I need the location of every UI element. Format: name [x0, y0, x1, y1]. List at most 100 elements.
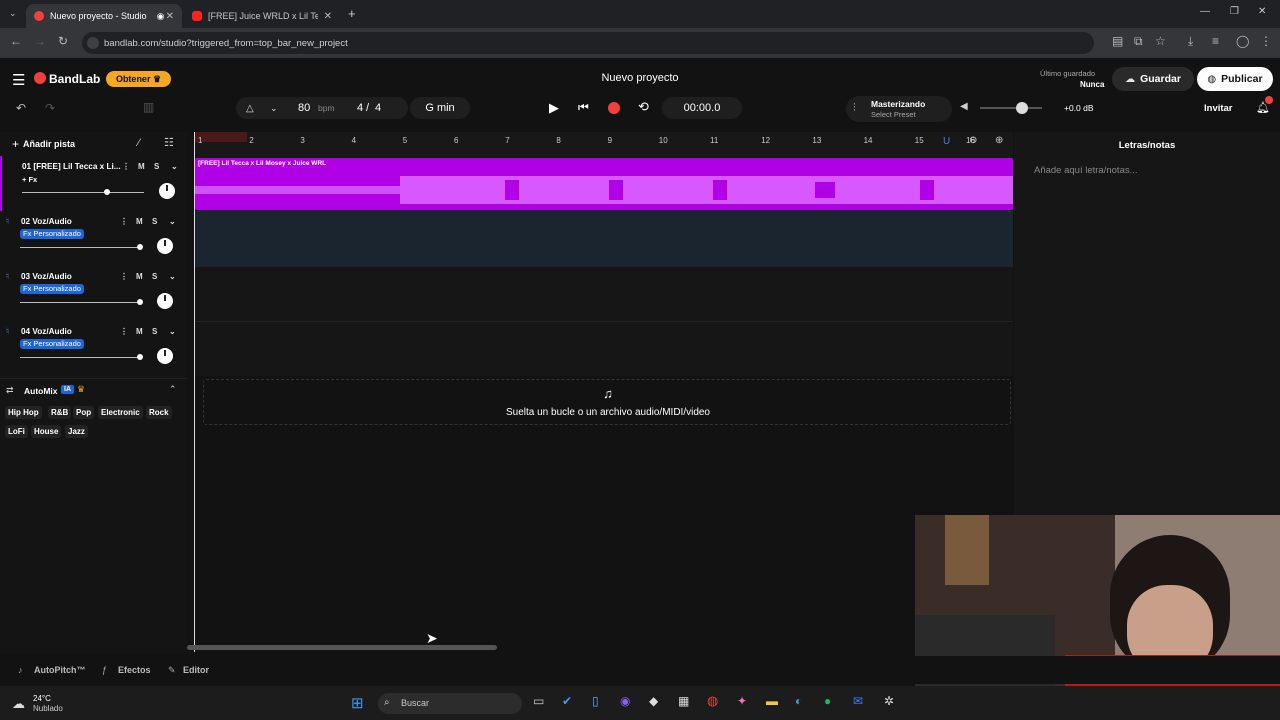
mute-button[interactable]: M — [136, 327, 143, 336]
restore-icon[interactable]: ❐ — [1230, 6, 1239, 17]
solo-button[interactable]: S — [152, 217, 157, 226]
tab-list-icon[interactable]: ⌄ — [9, 8, 17, 19]
chevron-down-icon[interactable]: ⌄ — [171, 162, 178, 171]
loop-region[interactable] — [195, 132, 247, 142]
chrome-icon[interactable]: ◍ — [707, 693, 718, 709]
profile-icon[interactable]: ◯ — [1236, 34, 1249, 48]
track-header-4[interactable]: ♮ 04 Voz/Audio Fx Personalizado ⋮ M S ⌄ — [0, 321, 187, 376]
volume-handle[interactable] — [1016, 102, 1028, 114]
taskbar-search[interactable]: ⌕ Buscar — [378, 693, 522, 714]
slider-handle[interactable] — [137, 244, 143, 250]
gpt-icon[interactable]: ✲ — [884, 694, 894, 708]
zoom-in-icon[interactable]: ⊕ — [995, 135, 1003, 146]
lane-4[interactable] — [195, 321, 1013, 376]
zoom-out-icon[interactable]: ⊖ — [969, 135, 977, 146]
invite-button[interactable]: Invitar — [1204, 103, 1233, 114]
timeline-ruler[interactable]: 1 2 3 4 5 6 7 8 9 10 11 12 13 14 15 16 U ⊖ ⊕ — [195, 132, 1013, 156]
outlook-icon[interactable]: ✉ — [853, 694, 863, 708]
solo-button[interactable]: S — [154, 162, 159, 171]
play-icon[interactable]: ▶ — [549, 100, 559, 116]
discord-icon[interactable]: ◉ — [620, 694, 630, 708]
track-settings-icon[interactable]: ☷ — [164, 136, 174, 149]
windows-start-icon[interactable]: ⊞ — [351, 694, 364, 712]
track-menu-icon[interactable]: ⋮ — [122, 162, 130, 171]
track-menu-icon[interactable]: ⋮ — [120, 217, 128, 226]
notes-textarea[interactable]: Añade aquí letra/notas... — [1034, 165, 1138, 176]
fx-badge[interactable]: Fx Personalizado — [20, 229, 84, 239]
track-header-2[interactable]: ♮ 02 Voz/Audio Fx Personalizado ⋮ M S ⌄ — [0, 211, 187, 266]
wand-icon[interactable]: ⁄ — [138, 137, 140, 149]
menu-icon[interactable]: ⋮ — [1260, 34, 1272, 48]
publish-button[interactable]: ◍ Publicar — [1197, 67, 1273, 91]
minimize-icon[interactable]: — — [1200, 6, 1210, 17]
loop-icon[interactable]: ⟲ — [638, 99, 649, 115]
undo-icon[interactable]: ↶ — [16, 101, 26, 115]
speaker-icon[interactable]: ◀ — [960, 101, 968, 112]
track-volume-slider[interactable] — [20, 299, 143, 305]
close-tab-icon[interactable]: ✕ — [166, 11, 174, 22]
genre-rock[interactable]: Rock — [146, 406, 172, 419]
fx-badge[interactable]: Fx Personalizado — [20, 339, 84, 349]
chevron-down-icon[interactable]: ⌄ — [169, 272, 176, 281]
close-tab-icon[interactable]: ✕ — [324, 11, 332, 22]
audio-clip[interactable]: [FREE] Lil Tecca x Lil Mosey x Juice WRL — [195, 158, 1013, 210]
slider-handle[interactable] — [137, 299, 143, 305]
reading-mode-icon[interactable]: ▤ — [1112, 34, 1123, 48]
edge-icon[interactable]: ◐ — [795, 694, 802, 708]
record-icon[interactable] — [608, 102, 620, 114]
mute-button[interactable]: M — [138, 162, 145, 171]
slider-handle[interactable] — [137, 354, 143, 360]
playhead[interactable] — [194, 132, 195, 652]
tab-youtube[interactable]: [FREE] Juice WRLD x Lil Tecca Ty ✕ — [184, 4, 340, 28]
horizontal-scrollbar[interactable] — [187, 645, 497, 650]
address-bar[interactable]: bandlab.com/studio?triggered_from=top_ba… — [82, 32, 1094, 54]
redo-icon[interactable]: ↷ — [45, 101, 55, 115]
todo-icon[interactable]: ✔ — [562, 694, 572, 708]
pan-knob[interactable] — [157, 348, 173, 364]
genre-lofi[interactable]: LoFi — [5, 425, 28, 438]
mute-button[interactable]: M — [136, 217, 143, 226]
rewind-icon[interactable]: ⏮ — [578, 100, 589, 115]
solo-button[interactable]: S — [152, 327, 157, 336]
track-menu-icon[interactable]: ⋮ — [120, 272, 128, 281]
spotify-icon[interactable]: ● — [824, 694, 831, 708]
folder-icon[interactable]: ▬ — [766, 694, 778, 708]
save-button[interactable]: ☁ Guardar — [1112, 67, 1194, 91]
app-icon[interactable]: ▯ — [592, 694, 599, 708]
track-menu-icon[interactable]: ⋮ — [120, 327, 128, 336]
reload-icon[interactable]: ↻ — [58, 34, 68, 48]
key-selector[interactable]: G min — [410, 97, 470, 119]
master-volume-slider[interactable] — [980, 102, 1042, 114]
site-info-icon[interactable] — [87, 37, 99, 49]
media-control-icon[interactable]: ≡ — [1212, 34, 1219, 48]
close-window-icon[interactable]: ✕ — [1258, 6, 1266, 17]
solo-button[interactable]: S — [152, 272, 157, 281]
bookmark-icon[interactable]: ☆ — [1155, 34, 1166, 48]
steam-icon[interactable]: ◆ — [649, 694, 658, 708]
autopitch-button[interactable]: AutoPitch™ — [34, 665, 86, 675]
track-volume-slider[interactable] — [20, 244, 143, 250]
drop-zone[interactable]: ♫ Suelta un bucle o un archivo audio/MID… — [203, 379, 1011, 425]
metronome-icon[interactable]: △ — [246, 103, 254, 114]
genre-jazz[interactable]: Jazz — [65, 425, 88, 438]
time-signature-denominator[interactable]: 4 — [375, 102, 381, 114]
time-signature-numerator[interactable]: 4 — [357, 102, 363, 114]
store-icon[interactable]: ▦ — [678, 694, 689, 708]
slider-handle[interactable] — [104, 189, 110, 195]
effects-button[interactable]: Efectos — [118, 665, 151, 675]
download-icon[interactable]: ⤓ — [1188, 34, 1193, 49]
pan-knob[interactable] — [159, 183, 175, 199]
forward-icon[interactable]: → — [34, 34, 46, 48]
track-header-1[interactable]: 01 [FREE] Lil Tecca x Li... + Fx ⋮ M S ⌄ — [0, 156, 187, 211]
genre-hip-hop[interactable]: Hip Hop — [5, 406, 42, 419]
track-volume-slider[interactable] — [20, 354, 143, 360]
chevron-down-icon[interactable]: ⌄ — [169, 217, 176, 226]
magnet-icon[interactable]: U — [943, 136, 950, 147]
cast-icon[interactable]: ⧉ — [1134, 34, 1143, 49]
lane-1[interactable]: [FREE] Lil Tecca x Lil Mosey x Juice WRL — [195, 156, 1013, 211]
genre-rnb[interactable]: R&B — [48, 406, 72, 419]
fx-badge[interactable]: Fx Personalizado — [20, 284, 84, 294]
genre-electronic[interactable]: Electronic — [98, 406, 143, 419]
genre-pop[interactable]: Pop — [73, 406, 95, 419]
editor-button[interactable]: Editor — [183, 665, 209, 675]
